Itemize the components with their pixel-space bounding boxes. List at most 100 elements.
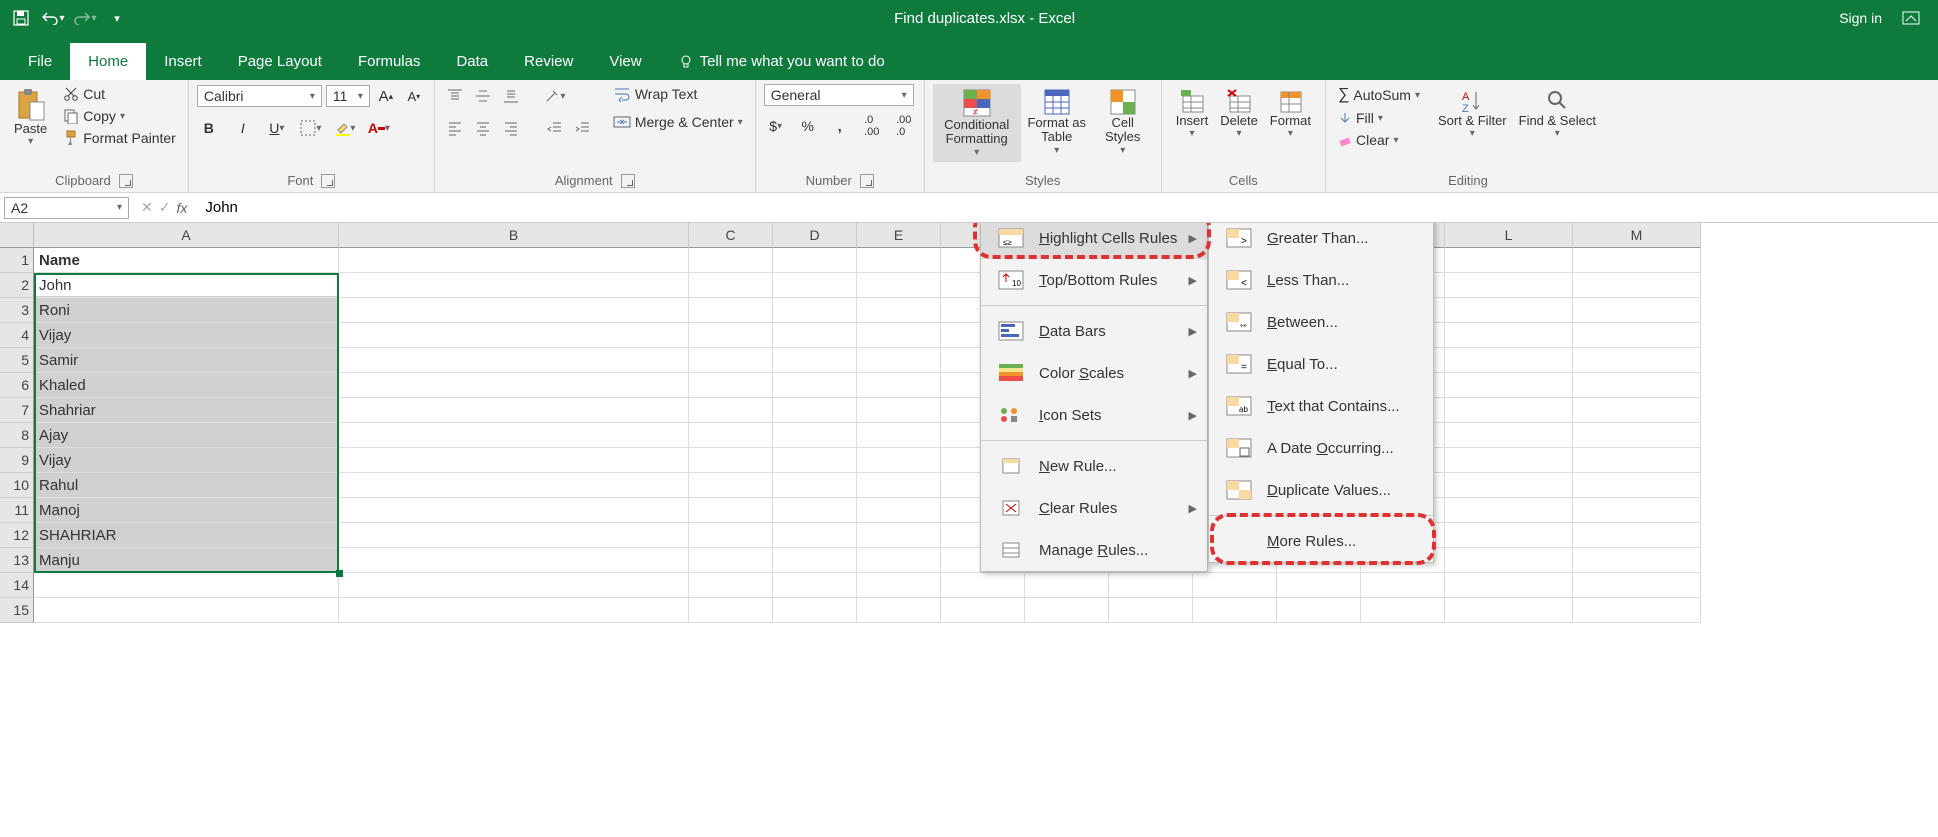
row-header[interactable]: 14 — [0, 573, 34, 598]
cell[interactable] — [34, 598, 339, 623]
cell[interactable] — [857, 498, 941, 523]
cell[interactable] — [1193, 573, 1277, 598]
clear-button[interactable]: Clear▾ — [1334, 130, 1424, 150]
cell[interactable] — [689, 598, 773, 623]
cell[interactable] — [1573, 448, 1701, 473]
cell[interactable] — [857, 398, 941, 423]
cell[interactable] — [857, 273, 941, 298]
tab-formulas[interactable]: Formulas — [340, 43, 439, 80]
menu-item-icon-sets[interactable]: Icon Sets▶ — [981, 394, 1207, 436]
cell[interactable]: Manoj — [34, 498, 339, 523]
cell[interactable] — [857, 448, 941, 473]
find-select-button[interactable]: Find & Select▾ — [1513, 84, 1602, 143]
align-left-icon[interactable] — [443, 116, 467, 140]
comma-style-button[interactable]: , — [828, 114, 852, 138]
cell[interactable]: Roni — [34, 298, 339, 323]
sort-filter-button[interactable]: AZ Sort & Filter▾ — [1432, 84, 1513, 143]
redo-icon[interactable]: ▾ — [72, 5, 98, 31]
undo-icon[interactable]: ▾ — [40, 5, 66, 31]
menu-item-highlight-cells-rules[interactable]: ≤≥ HHighlight Cells Rulesighlight Cells … — [981, 223, 1207, 259]
clipboard-dialog-launcher[interactable] — [119, 174, 133, 188]
cell[interactable] — [773, 573, 857, 598]
menu-item-more-rules[interactable]: More Rules... — [1209, 520, 1433, 562]
row-header[interactable]: 8 — [0, 423, 34, 448]
cell[interactable] — [339, 473, 689, 498]
cell[interactable] — [34, 573, 339, 598]
cell[interactable]: Manju — [34, 548, 339, 573]
number-format-combo[interactable]: General▾ — [764, 84, 914, 106]
cell[interactable] — [773, 398, 857, 423]
orientation-icon[interactable]: ▾ — [543, 84, 567, 108]
paste-button[interactable]: Paste ▾ — [8, 84, 53, 151]
cell[interactable] — [1445, 498, 1573, 523]
column-header[interactable]: C — [689, 223, 773, 248]
row-header[interactable]: 15 — [0, 598, 34, 623]
cell[interactable] — [1445, 448, 1573, 473]
cell[interactable] — [339, 573, 689, 598]
cell[interactable] — [689, 523, 773, 548]
menu-item-between[interactable]: ⇿ Between... — [1209, 301, 1433, 343]
cell[interactable] — [1445, 573, 1573, 598]
cell[interactable]: Samir — [34, 348, 339, 373]
cell[interactable]: SHAHRIAR — [34, 523, 339, 548]
cell[interactable] — [1445, 548, 1573, 573]
cell[interactable]: Ajay — [34, 423, 339, 448]
cell[interactable]: Khaled — [34, 373, 339, 398]
cell[interactable] — [1445, 473, 1573, 498]
column-header[interactable]: A — [34, 223, 339, 248]
cell[interactable] — [1573, 473, 1701, 498]
cell[interactable] — [689, 473, 773, 498]
fill-button[interactable]: Fill▾ — [1334, 108, 1424, 128]
cell[interactable] — [773, 473, 857, 498]
cell[interactable] — [1573, 298, 1701, 323]
cell[interactable]: Rahul — [34, 473, 339, 498]
copy-button[interactable]: Copy▾ — [59, 106, 180, 126]
row-header[interactable]: 1 — [0, 248, 34, 273]
align-center-icon[interactable] — [471, 116, 495, 140]
menu-item-color-scales[interactable]: Color Scales▶ — [981, 352, 1207, 394]
align-middle-icon[interactable] — [471, 84, 495, 108]
decrease-indent-icon[interactable] — [543, 116, 567, 140]
menu-item-top-bottom-rules[interactable]: 10 Top/Bottom Rules▶ — [981, 259, 1207, 301]
name-box[interactable]: A2▾ — [4, 197, 129, 219]
row-header[interactable]: 12 — [0, 523, 34, 548]
cell[interactable] — [1573, 348, 1701, 373]
cell[interactable] — [689, 448, 773, 473]
ribbon-display-icon[interactable] — [1902, 11, 1920, 25]
menu-item-date-occurring[interactable]: A Date Occurring... — [1209, 427, 1433, 469]
cell[interactable] — [773, 448, 857, 473]
cell[interactable] — [339, 598, 689, 623]
cell[interactable] — [339, 523, 689, 548]
menu-item-manage-rules[interactable]: Manage Rules... — [981, 529, 1207, 571]
select-all-corner[interactable] — [0, 223, 34, 248]
align-bottom-icon[interactable] — [499, 84, 523, 108]
underline-button[interactable]: U▾ — [265, 116, 289, 140]
align-top-icon[interactable] — [443, 84, 467, 108]
cell[interactable] — [1109, 573, 1193, 598]
cell[interactable] — [773, 298, 857, 323]
column-header[interactable]: M — [1573, 223, 1701, 248]
increase-font-icon[interactable]: A▴ — [374, 84, 398, 108]
cell[interactable] — [1445, 423, 1573, 448]
cell[interactable] — [689, 298, 773, 323]
cell[interactable] — [339, 273, 689, 298]
format-painter-button[interactable]: Format Painter — [59, 128, 180, 148]
menu-item-new-rule[interactable]: New Rule... — [981, 445, 1207, 487]
cell[interactable] — [773, 348, 857, 373]
wrap-text-button[interactable]: Wrap Text — [609, 84, 747, 104]
cell[interactable] — [773, 548, 857, 573]
bold-button[interactable]: B — [197, 116, 221, 140]
font-dialog-launcher[interactable] — [321, 174, 335, 188]
row-header[interactable]: 13 — [0, 548, 34, 573]
cell[interactable] — [857, 573, 941, 598]
row-header[interactable]: 9 — [0, 448, 34, 473]
qat-customize-icon[interactable]: ▾ — [104, 5, 130, 31]
cell[interactable] — [773, 373, 857, 398]
cell[interactable] — [339, 248, 689, 273]
cell[interactable] — [1445, 523, 1573, 548]
cell[interactable] — [857, 348, 941, 373]
cell[interactable] — [1361, 573, 1445, 598]
increase-decimal-button[interactable]: .0.00 — [860, 114, 884, 138]
merge-center-button[interactable]: Merge & Center▾ — [609, 112, 747, 132]
cell[interactable] — [773, 523, 857, 548]
